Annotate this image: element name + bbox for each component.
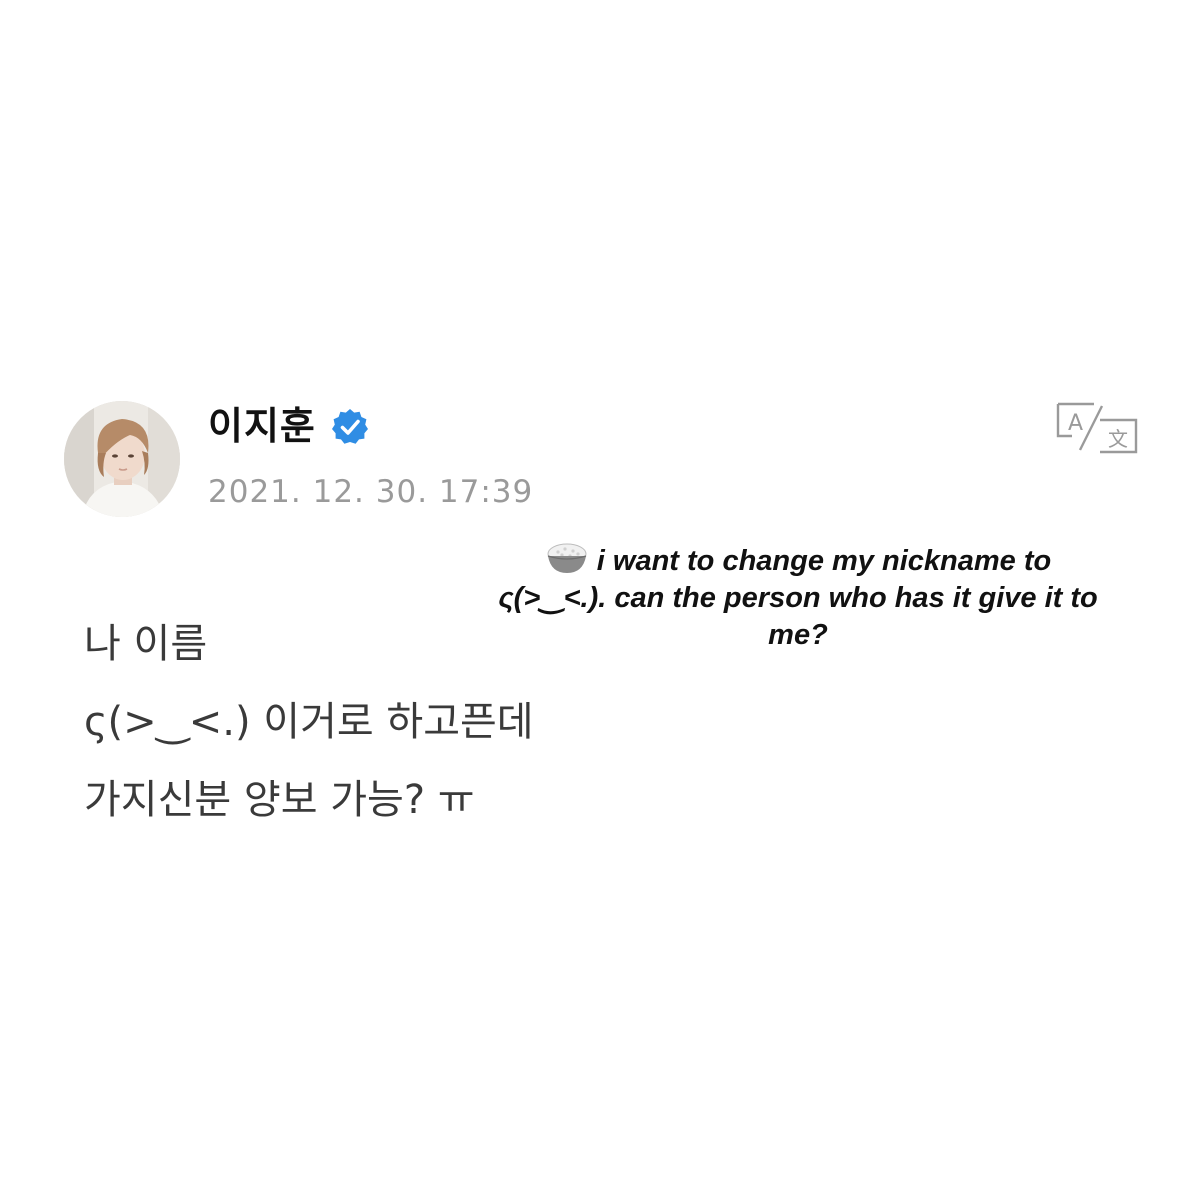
translate-button[interactable]: A 文 bbox=[1052, 400, 1142, 456]
post-body: 나 이름 ς(>‿<.) 이거로 하고픈데 가지신분 양보 가능? ㅠ bbox=[84, 614, 534, 848]
verified-badge-icon bbox=[332, 409, 368, 444]
author-name[interactable]: 이지훈 bbox=[208, 402, 316, 450]
rice-bowl-icon bbox=[547, 543, 587, 573]
avatar-photo-icon bbox=[64, 401, 180, 517]
svg-text:A: A bbox=[1068, 411, 1083, 436]
avatar[interactable] bbox=[64, 401, 180, 517]
svg-text:文: 文 bbox=[1108, 427, 1128, 451]
post-body-line: 나 이름 bbox=[84, 621, 208, 667]
translation-caption: i want to change my nickname to ς(>‿<.).… bbox=[498, 540, 1098, 654]
post-body-line: ς(>‿<.) 이거로 하고픈데 bbox=[84, 699, 534, 745]
translate-icon: A 文 bbox=[1056, 402, 1138, 454]
post-body-line: 가지신분 양보 가능? ㅠ bbox=[84, 777, 475, 823]
post-timestamp: 2021. 12. 30. 17:39 bbox=[208, 474, 534, 510]
